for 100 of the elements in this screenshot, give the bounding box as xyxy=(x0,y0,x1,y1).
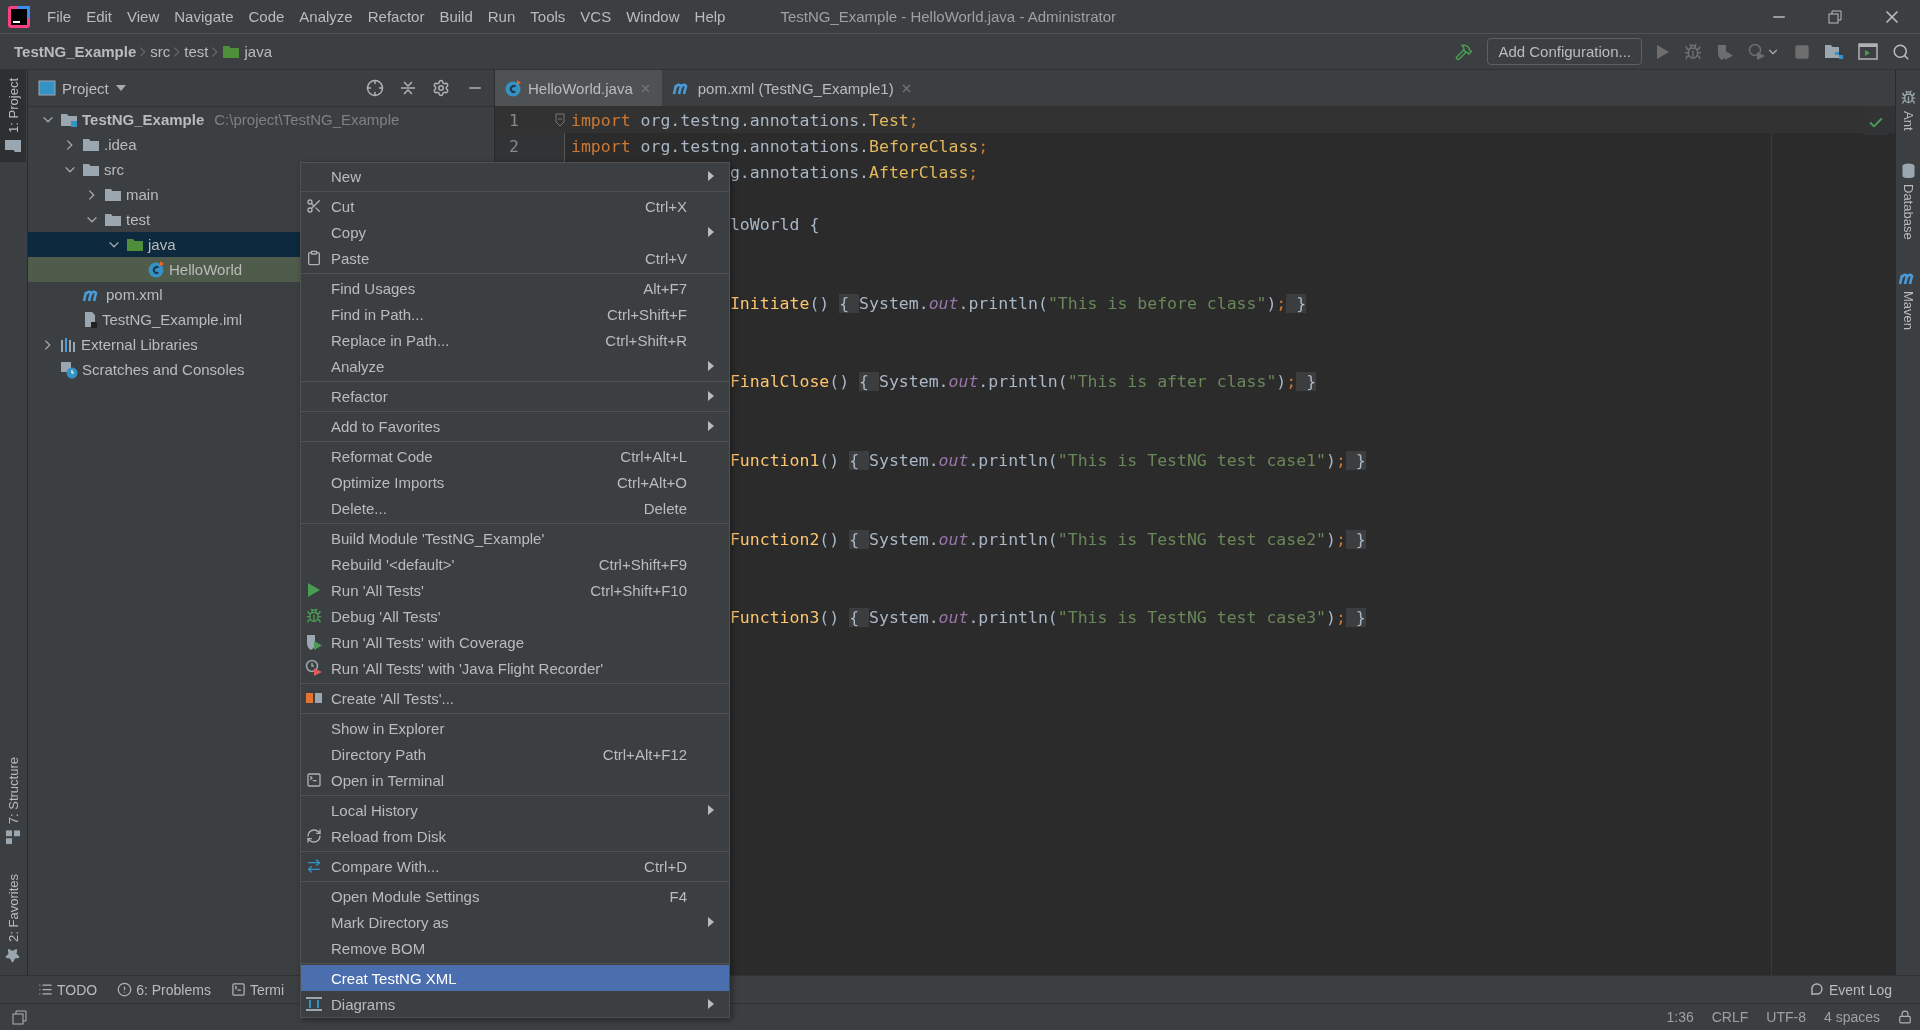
hammer-icon[interactable] xyxy=(1455,42,1474,61)
menu-bar-item[interactable]: Tools xyxy=(523,8,573,25)
menu-bar-item[interactable]: Window xyxy=(619,8,687,25)
menu-item[interactable]: Refactor xyxy=(301,383,729,409)
menu-item[interactable]: Find in Path... Ctrl+Shift+F xyxy=(301,301,729,327)
compare-icon xyxy=(306,858,322,874)
menu-item[interactable]: Compare With... Ctrl+D xyxy=(301,853,729,879)
search-icon[interactable] xyxy=(1892,42,1910,61)
menu-item[interactable]: Mark Directory as xyxy=(301,909,729,935)
menu-item[interactable]: Optimize Imports Ctrl+Alt+O xyxy=(301,469,729,495)
breadcrumb[interactable]: TestNG_Example xyxy=(14,43,137,60)
window-title: TestNG_Example - HelloWorld.java - Administrator xyxy=(780,8,1117,25)
menu-item[interactable]: Reformat Code Ctrl+Alt+L xyxy=(301,443,729,469)
breadcrumb[interactable]: test xyxy=(184,43,209,60)
fold-icon[interactable] xyxy=(555,113,565,128)
tool-window-tab[interactable]: Database xyxy=(1895,154,1920,248)
project-view-selector[interactable]: Project xyxy=(38,79,127,97)
window-icon[interactable] xyxy=(1858,43,1878,60)
editor-tab[interactable]: pom.xml (TestNG_Example1) xyxy=(661,70,923,106)
project-structure-icon[interactable] xyxy=(1824,43,1844,60)
menu-bar-item[interactable]: Edit xyxy=(79,8,120,25)
code-line: import org.testng.annotations.Test; xyxy=(571,110,919,130)
code-line: g.annotations.AfterClass; xyxy=(728,162,979,182)
menu-item[interactable]: Debug 'All Tests' xyxy=(301,603,729,629)
menu-item[interactable]: Replace in Path... Ctrl+Shift+R xyxy=(301,327,729,353)
menu-item[interactable]: Diagrams xyxy=(301,991,729,1017)
tool-window-tab[interactable]: 2: Favorites xyxy=(0,866,26,971)
menu-item[interactable]: Analyze xyxy=(301,353,729,379)
terminal-icon xyxy=(230,982,246,997)
menu-item[interactable]: Directory Path Ctrl+Alt+F12 xyxy=(301,741,729,767)
shortcut-text: Ctrl+Alt+L xyxy=(620,447,687,465)
folder-icon xyxy=(82,137,100,152)
menu-bar-item[interactable]: Refactor xyxy=(360,8,432,25)
menu-item[interactable]: Run 'All Tests' with 'Java Flight Recorder' xyxy=(301,655,729,681)
restore-icon[interactable] xyxy=(1828,9,1842,24)
breadcrumb[interactable]: java xyxy=(222,43,272,60)
menu-item[interactable]: Local History xyxy=(301,797,729,823)
menu-bar-item[interactable]: Run xyxy=(480,8,523,25)
menu-item[interactable]: Create 'All Tests'... xyxy=(301,685,729,711)
lock-icon[interactable] xyxy=(1898,1010,1912,1024)
testng-icon xyxy=(305,691,323,705)
star-icon xyxy=(5,948,21,963)
tool-window-tab[interactable]: Termi xyxy=(230,981,285,998)
shortcut-text: Ctrl+Alt+F12 xyxy=(602,745,687,763)
debug-icon[interactable] xyxy=(1684,42,1702,61)
menu-bar-item[interactable]: Analyze xyxy=(292,8,360,25)
menu-bar-item[interactable]: Help xyxy=(687,8,733,25)
coverage-icon[interactable] xyxy=(1716,42,1734,61)
code-line: import org.testng.annotations.BeforeClass; xyxy=(571,136,989,156)
menu-item[interactable]: Run 'All Tests' with Coverage xyxy=(301,629,729,655)
menu-bar-item[interactable]: Code xyxy=(241,8,292,25)
menu-bar-item[interactable]: VCS xyxy=(573,8,619,25)
tool-window-tab[interactable]: Ant xyxy=(1895,82,1920,139)
tool-window-tab[interactable]: 6: Problems xyxy=(117,981,211,998)
line-number: 1 xyxy=(508,110,519,130)
file-encoding[interactable]: UTF-8 xyxy=(1766,1009,1806,1025)
menu-item[interactable]: Open in Terminal xyxy=(301,767,729,793)
folder-icon xyxy=(4,138,22,154)
menu-item[interactable]: Rebuild '<default>' Ctrl+Shift+F9 xyxy=(301,551,729,577)
menu-item[interactable]: Add to Favorites xyxy=(301,413,729,439)
menu-item[interactable]: Delete... Delete xyxy=(301,495,729,521)
menu-item[interactable]: Show in Explorer xyxy=(301,715,729,741)
code-line: loWorld { xyxy=(728,215,820,235)
tool-window-tab[interactable]: Maven xyxy=(1895,263,1920,339)
tool-window-tab[interactable]: 7: Structure xyxy=(0,748,26,853)
menu-item[interactable]: Reload from Disk xyxy=(301,823,729,849)
dropdown-caret-icon xyxy=(114,84,127,92)
database-icon xyxy=(1901,162,1915,178)
indent-setting[interactable]: 4 spaces xyxy=(1823,1009,1880,1025)
menu-item[interactable]: Remove BOM xyxy=(301,935,729,961)
menu-item[interactable]: Build Module 'TestNG_Example' xyxy=(301,525,729,551)
editor-tab[interactable]: HelloWorld.java xyxy=(495,70,662,106)
class-icon xyxy=(148,261,165,278)
menu-item[interactable]: Run 'All Tests' Ctrl+Shift+F10 xyxy=(301,577,729,603)
settings-icon[interactable] xyxy=(432,79,450,97)
collapse-all-icon[interactable] xyxy=(400,80,416,96)
stop-icon[interactable] xyxy=(1794,43,1810,60)
menu-bar-item[interactable]: Navigate xyxy=(167,8,241,25)
menu-bar-item[interactable]: View xyxy=(120,8,167,25)
tool-windows-icon[interactable] xyxy=(12,1009,27,1025)
tool-window-tab[interactable]: 1: Project xyxy=(0,70,26,162)
menu-bar-item[interactable]: Build xyxy=(432,8,480,25)
source-folder-icon xyxy=(126,237,144,252)
project-view-icon xyxy=(38,80,56,96)
menu-item[interactable]: Open Module Settings F4 xyxy=(301,883,729,909)
breadcrumb[interactable]: src xyxy=(150,43,171,60)
line-separator[interactable]: CRLF xyxy=(1711,1009,1749,1025)
tool-window-tab[interactable]: TODO xyxy=(38,981,98,998)
add-configuration-button[interactable]: Add Configuration... xyxy=(1487,38,1642,65)
menu-item[interactable]: New xyxy=(301,163,729,189)
menu-bar-item[interactable]: File xyxy=(40,8,79,25)
event-log-button[interactable]: Event Log xyxy=(1809,981,1892,998)
shortcut-text: Ctrl+Shift+R xyxy=(605,331,687,349)
tree-item[interactable]: .idea xyxy=(28,132,494,157)
profiler-icon[interactable] xyxy=(1748,42,1766,61)
menu-item[interactable]: Creat TestNG XML xyxy=(301,965,729,991)
menu-item[interactable]: Cut Ctrl+X xyxy=(301,193,729,219)
locate-icon[interactable] xyxy=(366,79,384,97)
caret-position[interactable]: 1:36 xyxy=(1666,1009,1694,1025)
tree-item[interactable]: TestNG_Example C:\project\TestNG_Example xyxy=(28,107,494,132)
